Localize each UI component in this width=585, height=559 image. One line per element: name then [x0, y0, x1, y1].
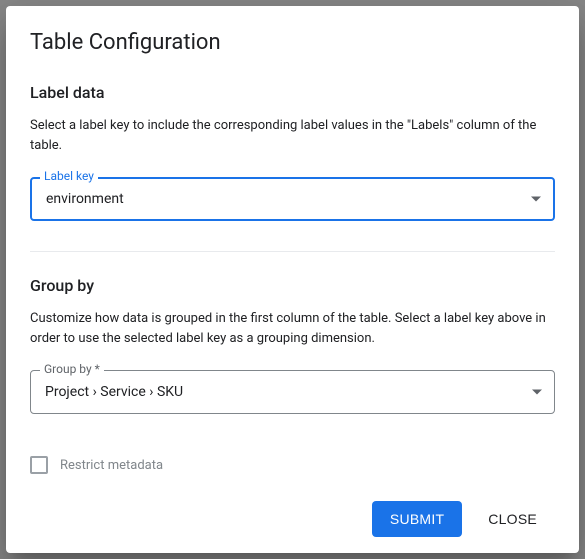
label-key-field-label: Label key	[40, 169, 98, 183]
group-by-section: Group by Customize how data is grouped i…	[30, 276, 555, 436]
chevron-down-icon	[532, 390, 542, 395]
label-data-description: Select a label key to include the corres…	[30, 116, 555, 155]
dialog-actions: SUBMIT CLOSE	[30, 489, 555, 537]
table-configuration-dialog: Table Configuration Label data Select a …	[6, 6, 579, 553]
submit-button[interactable]: SUBMIT	[372, 501, 462, 537]
group-by-value: Project › Service › SKU	[45, 384, 183, 400]
group-by-field-label: Group by *	[40, 362, 104, 376]
group-by-description: Customize how data is grouped in the fir…	[30, 309, 555, 348]
restrict-metadata-label: Restrict metadata	[60, 458, 163, 473]
restrict-metadata-checkbox[interactable]	[30, 456, 48, 474]
section-divider	[30, 251, 555, 252]
group-by-select[interactable]: Group by * Project › Service › SKU	[30, 370, 555, 414]
chevron-down-icon	[531, 197, 541, 202]
restrict-metadata-row: Restrict metadata	[30, 456, 555, 474]
label-key-value: environment	[46, 191, 124, 207]
group-by-heading: Group by	[30, 276, 555, 295]
label-data-heading: Label data	[30, 83, 555, 102]
dialog-title: Table Configuration	[30, 30, 555, 55]
label-key-select[interactable]: Label key environment	[30, 177, 555, 221]
label-data-section: Label data Select a label key to include…	[30, 83, 555, 243]
close-button[interactable]: CLOSE	[470, 501, 555, 537]
